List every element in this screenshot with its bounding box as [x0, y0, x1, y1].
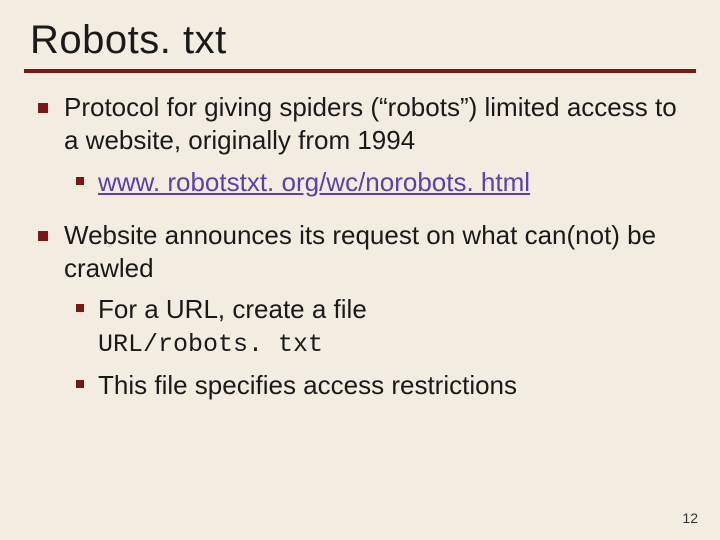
bullet-list-level1: Protocol for giving spiders (“robots”) l… [28, 91, 692, 422]
bullet-text: Website announces its request on what ca… [64, 220, 656, 283]
bullet-text: Protocol for giving spiders (“robots”) l… [64, 92, 677, 155]
link-robotstxt[interactable]: www. robotstxt. org/wc/norobots. html [98, 167, 530, 197]
list-item: This file specifies access restrictions [64, 367, 692, 408]
slide-body: Protocol for giving spiders (“robots”) l… [0, 73, 720, 422]
bullet-text: This file specifies access restrictions [98, 370, 517, 400]
slide: Robots. txt Protocol for giving spiders … [0, 0, 720, 540]
page-number: 12 [682, 510, 698, 526]
list-item: www. robotstxt. org/wc/norobots. html [64, 164, 692, 205]
bullet-list-level2: For a URL, create a file URL/robots. txt… [64, 291, 692, 408]
code-text: URL/robots. txt [98, 329, 692, 361]
list-item: Website announces its request on what ca… [28, 219, 692, 422]
bullet-text: For a URL, create a file [98, 294, 367, 324]
list-item: Protocol for giving spiders (“robots”) l… [28, 91, 692, 219]
list-item: For a URL, create a file URL/robots. txt [64, 291, 692, 366]
bullet-list-level2: www. robotstxt. org/wc/norobots. html [64, 164, 692, 205]
slide-title: Robots. txt [0, 18, 720, 69]
